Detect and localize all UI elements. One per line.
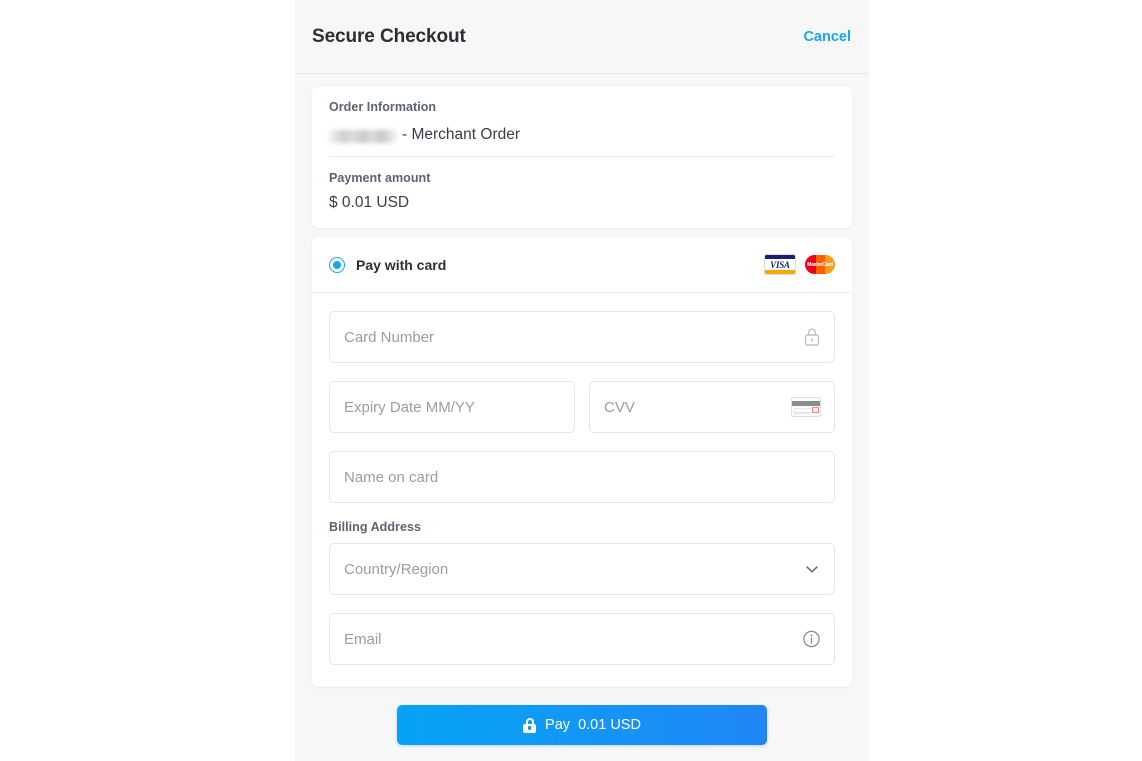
pay-button[interactable]: Pay 0.01 USD bbox=[397, 705, 767, 745]
order-information-label: Order Information bbox=[329, 100, 437, 114]
card-number-placeholder: Card Number bbox=[344, 328, 435, 346]
pay-button-label: Pay 0.01 USD bbox=[545, 717, 641, 733]
cvv-placeholder: CVV bbox=[604, 398, 635, 416]
pay-with-card-radio[interactable] bbox=[329, 256, 345, 273]
expiry-cvv-row: Expiry Date MM/YY CVV bbox=[329, 363, 835, 433]
card-number-input[interactable]: Card Number bbox=[329, 311, 835, 363]
name-on-card-placeholder: Name on card bbox=[344, 468, 439, 486]
card-brand-logos: VISA MasterCard bbox=[764, 254, 835, 275]
order-information-card: Order Information - Merchant Order Payme… bbox=[312, 87, 852, 228]
mastercard-icon: MasterCard bbox=[805, 254, 835, 275]
pay-with-card-label: Pay with card bbox=[356, 256, 447, 273]
lock-icon bbox=[803, 327, 821, 347]
country-region-select[interactable]: Country/Region bbox=[329, 543, 835, 595]
name-on-card-input[interactable]: Name on card bbox=[329, 451, 835, 503]
visa-icon: VISA bbox=[764, 254, 796, 275]
country-region-placeholder: Country/Region bbox=[344, 560, 449, 578]
page-title: Secure Checkout bbox=[312, 25, 466, 47]
lock-icon bbox=[523, 717, 537, 733]
payment-amount-value: $ 0.01 USD bbox=[329, 194, 410, 211]
visa-icon-text: VISA bbox=[770, 260, 790, 270]
order-name-row: - Merchant Order bbox=[329, 114, 835, 157]
mastercard-icon-text: MasterCard bbox=[807, 261, 833, 268]
chevron-down-icon[interactable] bbox=[803, 560, 821, 578]
info-icon[interactable] bbox=[802, 630, 821, 649]
expiry-date-input[interactable]: Expiry Date MM/YY bbox=[329, 381, 575, 433]
order-name-suffix: - Merchant Order bbox=[402, 126, 521, 143]
payment-amount-label: Payment amount bbox=[329, 171, 431, 185]
cancel-button[interactable]: Cancel bbox=[803, 29, 852, 45]
expiry-date-placeholder: Expiry Date MM/YY bbox=[344, 398, 475, 416]
order-number-redacted bbox=[329, 129, 397, 143]
email-placeholder: Email bbox=[344, 630, 382, 648]
billing-address-label: Billing Address bbox=[329, 520, 421, 534]
checkout-panel: Secure Checkout Cancel Order Information… bbox=[295, 0, 869, 761]
pay-with-card-option[interactable]: Pay with card VISA MasterCard bbox=[312, 237, 852, 293]
card-fields: Card Number Expiry Date MM/YY CVV Name o… bbox=[312, 311, 852, 665]
card-back-icon bbox=[791, 397, 821, 417]
email-input[interactable]: Email bbox=[329, 613, 835, 665]
payment-method-card: Pay with card VISA MasterCard Card Numbe… bbox=[312, 237, 852, 687]
checkout-page: Secure Checkout Cancel Order Information… bbox=[0, 0, 1142, 761]
cvv-input[interactable]: CVV bbox=[589, 381, 835, 433]
checkout-header: Secure Checkout Cancel bbox=[295, 0, 869, 74]
